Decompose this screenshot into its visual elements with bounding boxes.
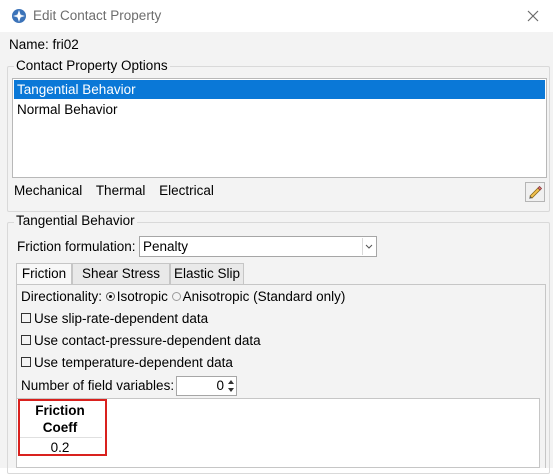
contact-pressure-checkbox[interactable] xyxy=(21,335,31,345)
name-label: Name: xyxy=(9,37,49,52)
list-item-normal-behavior[interactable]: Normal Behavior xyxy=(14,100,545,119)
field-variables-value: 0 xyxy=(216,378,224,393)
menu-electrical[interactable]: Electrical xyxy=(159,183,214,198)
options-menubar: Mechanical Thermal Electrical xyxy=(14,183,224,203)
friction-coeff-cell[interactable]: 0.2 xyxy=(18,439,102,457)
spinner-arrows-icon[interactable] xyxy=(226,377,236,395)
chevron-down-icon xyxy=(362,238,375,255)
directionality-label: Directionality: xyxy=(21,289,103,304)
slip-rate-label[interactable]: Use slip-rate-dependent data xyxy=(34,311,208,326)
tangential-behavior-label: Tangential Behavior xyxy=(14,213,137,228)
temperature-label[interactable]: Use temperature-dependent data xyxy=(34,355,233,370)
friction-formulation-value: Penalty xyxy=(143,239,189,254)
contact-property-options-label: Contact Property Options xyxy=(14,58,170,73)
name-row: Name: fri02 xyxy=(9,37,79,52)
edit-contact-property-dialog: Edit Contact Property Name: fri02 Contac… xyxy=(0,0,553,474)
title-bar: Edit Contact Property xyxy=(0,0,553,32)
temperature-row: Use temperature-dependent data xyxy=(21,355,233,370)
contact-pressure-row: Use contact-pressure-dependent data xyxy=(21,333,261,348)
header-line-friction: Friction xyxy=(35,403,85,418)
window-title: Edit Contact Property xyxy=(33,8,162,23)
anisotropic-radio[interactable] xyxy=(171,292,181,301)
slip-rate-row: Use slip-rate-dependent data xyxy=(21,311,208,326)
abaqus-app-icon xyxy=(11,8,27,24)
menu-thermal[interactable]: Thermal xyxy=(96,183,146,198)
edit-option-button[interactable] xyxy=(525,182,545,202)
contact-property-options-list[interactable]: Tangential Behavior Normal Behavior xyxy=(12,78,547,178)
field-variables-label: Number of field variables: xyxy=(21,378,175,393)
friction-coeff-table: Friction Coeff 0.2 xyxy=(16,398,540,468)
header-line-coeff: Coeff xyxy=(42,420,78,435)
menu-mechanical[interactable]: Mechanical xyxy=(14,183,82,198)
field-variables-spinner[interactable]: 0 xyxy=(176,376,237,396)
tab-elastic-slip[interactable]: Elastic Slip xyxy=(170,263,244,284)
isotropic-label[interactable]: Isotropic xyxy=(117,289,168,304)
name-value: fri02 xyxy=(52,37,79,52)
friction-formulation-select[interactable]: Penalty xyxy=(139,236,377,257)
list-item-tangential-behavior[interactable]: Tangential Behavior xyxy=(14,80,545,99)
tab-friction[interactable]: Friction xyxy=(16,263,72,285)
isotropic-radio[interactable] xyxy=(105,292,115,301)
friction-coeff-header: Friction Coeff xyxy=(18,400,102,438)
directionality-row: Directionality: Isotropic Anisotropic (S… xyxy=(21,289,345,304)
temperature-checkbox[interactable] xyxy=(21,357,31,367)
close-icon[interactable] xyxy=(523,6,543,26)
slip-rate-checkbox[interactable] xyxy=(21,313,31,323)
friction-formulation-label: Friction formulation: xyxy=(17,239,136,254)
tab-shear-stress[interactable]: Shear Stress xyxy=(72,263,170,284)
pencil-icon xyxy=(526,185,544,204)
anisotropic-label[interactable]: Anisotropic (Standard only) xyxy=(183,289,346,304)
contact-pressure-label[interactable]: Use contact-pressure-dependent data xyxy=(34,333,261,348)
